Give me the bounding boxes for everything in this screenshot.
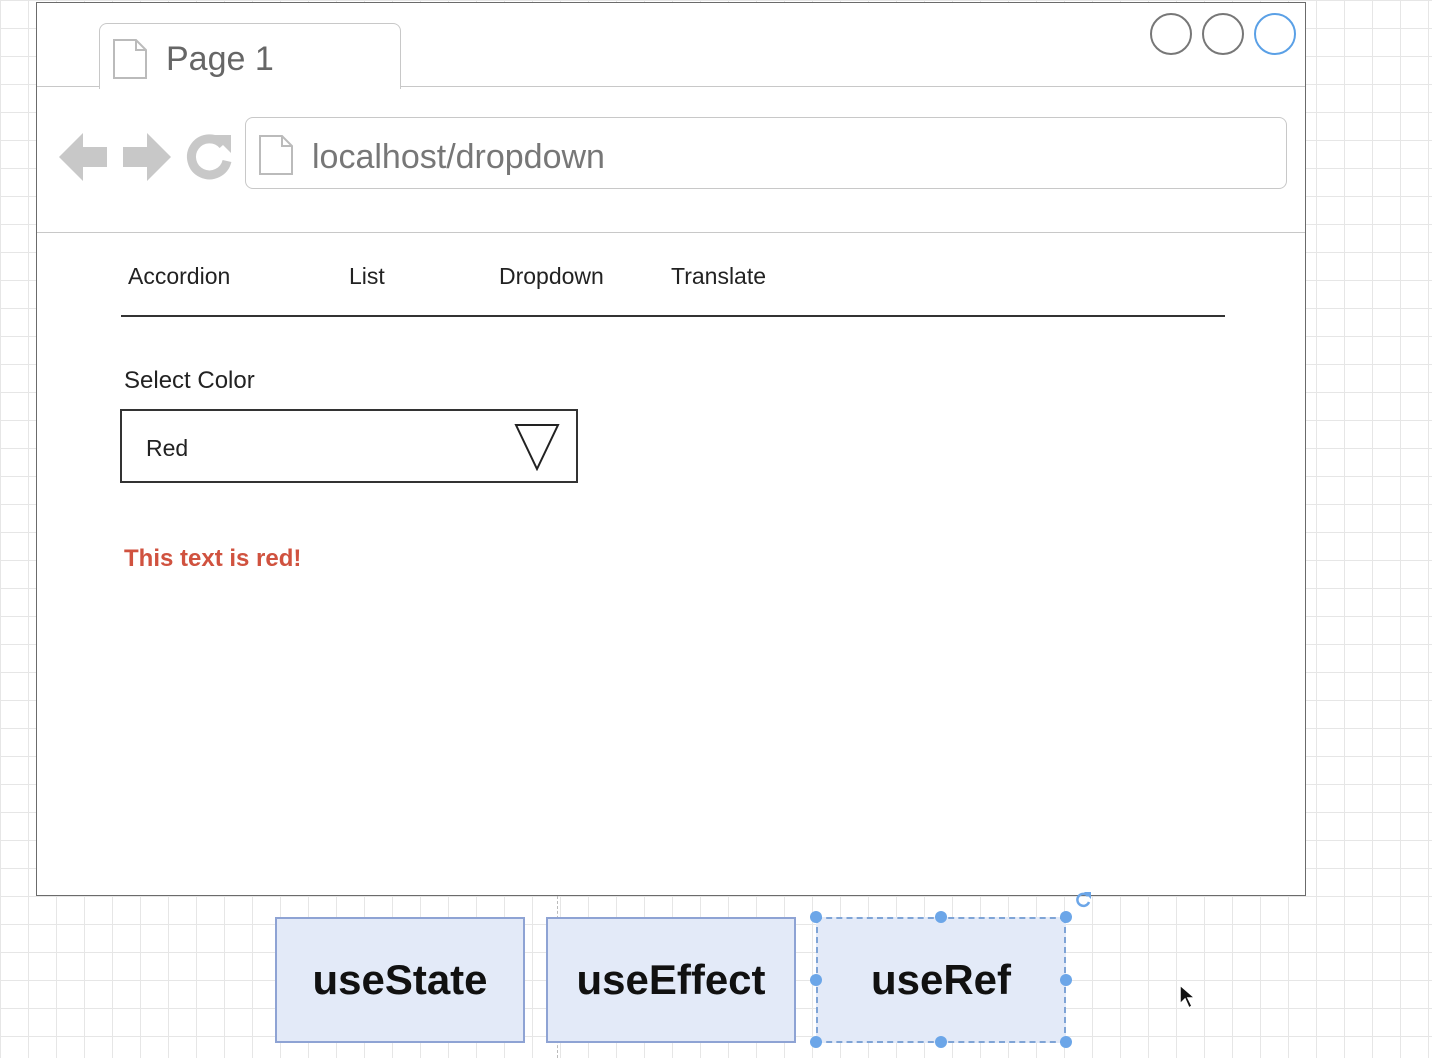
menu-item-dropdown[interactable]: Dropdown <box>499 263 604 290</box>
mouse-cursor-icon <box>1179 984 1197 1010</box>
resize-handle-top-right[interactable] <box>1060 911 1072 923</box>
address-bar[interactable]: localhost/dropdown <box>245 117 1287 189</box>
resize-handle-left[interactable] <box>810 974 822 986</box>
navigation-bar: localhost/dropdown <box>37 87 1305 233</box>
menu-item-accordion[interactable]: Accordion <box>128 263 230 290</box>
rotate-handle-icon[interactable] <box>1073 890 1093 910</box>
hook-useref[interactable]: useRef <box>816 917 1066 1043</box>
page-content: Accordion List Dropdown Translate Select… <box>37 233 1305 895</box>
forward-arrow-icon[interactable] <box>121 131 171 183</box>
menu-item-translate[interactable]: Translate <box>671 263 766 290</box>
resize-handle-top-left[interactable] <box>810 911 822 923</box>
hook-useeffect[interactable]: useEffect <box>546 917 796 1043</box>
back-arrow-icon[interactable] <box>59 131 109 183</box>
colored-message: This text is red! <box>124 545 302 572</box>
resize-handle-bottom-left[interactable] <box>810 1036 822 1048</box>
resize-handle-bottom[interactable] <box>935 1036 947 1048</box>
resize-handle-right[interactable] <box>1060 974 1072 986</box>
window-button-3[interactable] <box>1254 13 1296 55</box>
triangle-down-icon <box>514 424 560 471</box>
window-button-1[interactable] <box>1150 13 1192 55</box>
menu-item-list[interactable]: List <box>349 263 385 290</box>
dropdown-selected-value: Red <box>146 435 189 461</box>
tab-bar: Page 1 <box>37 3 1305 89</box>
resize-handle-top[interactable] <box>935 911 947 923</box>
document-icon <box>259 135 293 175</box>
browser-window: Page 1 localhost/dropdown Accordion List… <box>36 2 1306 896</box>
select-color-label: Select Color <box>124 367 255 394</box>
page-icon <box>113 39 147 79</box>
reload-icon[interactable] <box>185 131 233 183</box>
browser-tab[interactable]: Page 1 <box>99 23 401 89</box>
window-button-2[interactable] <box>1202 13 1244 55</box>
hook-usestate[interactable]: useState <box>275 917 525 1043</box>
menu-divider <box>121 315 1225 317</box>
color-dropdown[interactable]: Red <box>120 409 578 483</box>
resize-handle-bottom-right[interactable] <box>1060 1036 1072 1048</box>
url-text: localhost/dropdown <box>312 138 605 176</box>
tab-title: Page 1 <box>166 40 274 78</box>
